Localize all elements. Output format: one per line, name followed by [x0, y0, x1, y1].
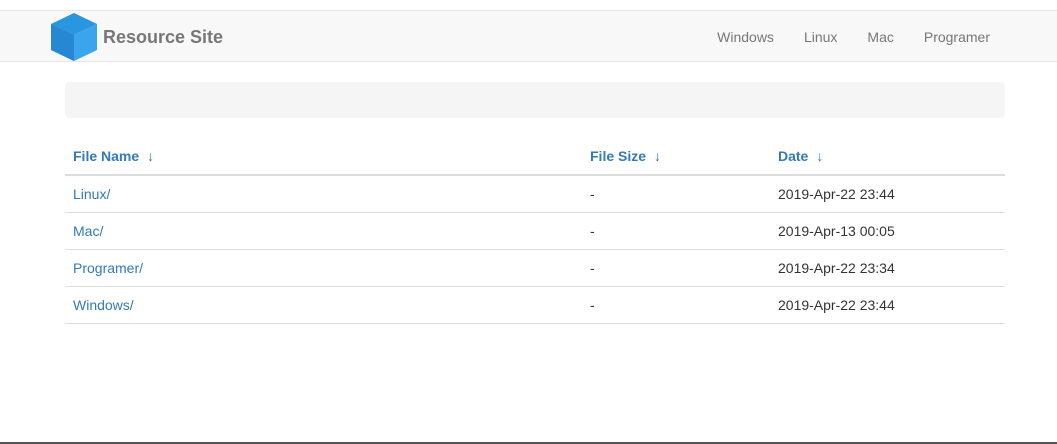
file-date-cell: 2019-Apr-22 23:34	[770, 249, 1005, 287]
table-row: Programer/ - 2019-Apr-22 23:34	[65, 249, 1005, 287]
file-link[interactable]: Programer/	[73, 260, 143, 276]
file-date-cell: 2019-Apr-13 00:05	[770, 212, 1005, 250]
file-name-cell: Mac/	[65, 212, 582, 250]
sort-arrow-icon: ↓	[147, 147, 155, 164]
sort-arrow-icon: ↓	[816, 147, 824, 164]
file-size-header-label: File Size	[590, 147, 647, 164]
table-row: Linux/ - 2019-Apr-22 23:44	[65, 175, 1005, 213]
breadcrumb-well	[65, 82, 1005, 118]
sort-arrow-icon: ↓	[654, 147, 662, 164]
nav-item-mac[interactable]: Mac	[867, 29, 893, 45]
top-spacer	[0, 0, 1057, 10]
file-date-cell: 2019-Apr-22 23:44	[770, 175, 1005, 213]
navbar: Resource Site Windows Linux Mac Programe…	[0, 10, 1057, 62]
sort-by-name-link[interactable]: File Name ↓	[73, 148, 154, 164]
date-header-label: Date	[778, 147, 809, 164]
table-row: Mac/ - 2019-Apr-13 00:05	[65, 212, 1005, 250]
table-row: Windows/ - 2019-Apr-22 23:44	[65, 286, 1005, 324]
file-name-header-label: File Name	[73, 147, 140, 164]
nav-menu: Windows Linux Mac Programer	[717, 11, 990, 63]
nav-item-linux[interactable]: Linux	[804, 29, 837, 45]
nav-item-programer[interactable]: Programer	[924, 29, 990, 45]
file-name-cell: Programer/	[65, 249, 582, 287]
column-header-date: Date ↓	[770, 137, 1005, 176]
file-link[interactable]: Windows/	[73, 297, 134, 313]
column-header-file-size: File Size ↓	[582, 137, 770, 176]
table-header-row: File Name ↓ File Size ↓ Date ↓	[65, 137, 1005, 176]
file-name-cell: Linux/	[65, 175, 582, 213]
nav-item-windows[interactable]: Windows	[717, 29, 774, 45]
file-size-cell: -	[582, 249, 770, 287]
brand-name: Resource Site	[103, 26, 224, 47]
sort-by-date-link[interactable]: Date ↓	[778, 148, 823, 164]
file-link[interactable]: Linux/	[73, 186, 110, 202]
blue-box-icon	[51, 13, 97, 61]
column-header-file-name: File Name ↓	[65, 137, 582, 176]
file-name-cell: Windows/	[65, 286, 582, 324]
file-date-cell: 2019-Apr-22 23:44	[770, 286, 1005, 324]
file-link[interactable]: Mac/	[73, 223, 103, 239]
sort-by-size-link[interactable]: File Size ↓	[590, 148, 661, 164]
file-size-cell: -	[582, 212, 770, 250]
brand-link[interactable]: Resource Site	[48, 11, 223, 63]
file-size-cell: -	[582, 286, 770, 324]
file-listing-table: File Name ↓ File Size ↓ Date ↓ Linux/ - 201…	[65, 137, 1005, 324]
file-size-cell: -	[582, 175, 770, 213]
